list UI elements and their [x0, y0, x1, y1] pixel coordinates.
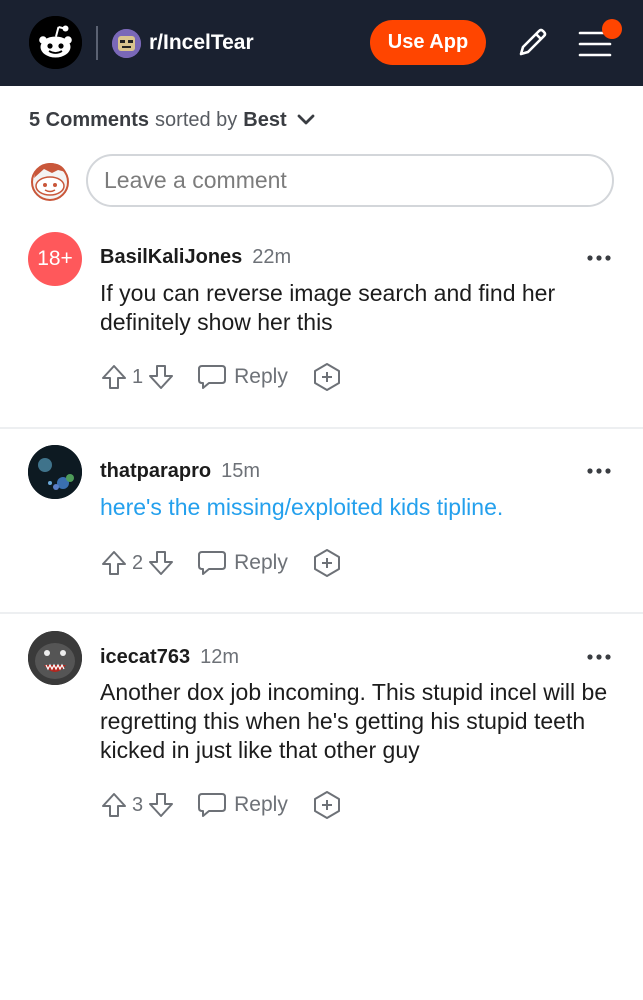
- downvote-icon[interactable]: [147, 363, 175, 391]
- reply-label: Reply: [234, 551, 288, 574]
- hamburger-menu-icon[interactable]: [578, 18, 628, 62]
- comment-time: 15m: [221, 460, 261, 482]
- award-add-icon[interactable]: [312, 548, 342, 578]
- comment-divider: [0, 427, 643, 429]
- user-avatar: [28, 158, 72, 202]
- reply-label: Reply: [234, 793, 288, 816]
- comment-author[interactable]: BasilKaliJones: [100, 246, 242, 268]
- sorted-by-label: sorted by: [155, 108, 238, 131]
- comment-body: Another dox job incoming. This stupid in…: [100, 679, 608, 763]
- comment-count: 5 Comments: [29, 108, 150, 131]
- comment: thatparapro 15m here's the missing/exploi…: [0, 445, 643, 613]
- comment-time: 12m: [200, 646, 239, 668]
- upvote-icon[interactable]: [100, 549, 128, 577]
- upvote-icon[interactable]: [100, 791, 128, 819]
- sort-bar[interactable]: 5 Comments sorted by Best: [29, 107, 315, 133]
- more-options-icon[interactable]: [586, 467, 612, 475]
- more-options-icon[interactable]: [586, 653, 612, 661]
- reply-button[interactable]: Reply: [197, 549, 288, 577]
- notification-dot: [602, 19, 622, 39]
- comment-author[interactable]: icecat763: [100, 646, 190, 668]
- vote-score: 2: [132, 551, 144, 574]
- upvote-icon[interactable]: [100, 363, 128, 391]
- use-app-button[interactable]: Use App: [370, 20, 486, 65]
- user-avatar[interactable]: [28, 631, 82, 685]
- speech-bubble-icon: [198, 551, 227, 575]
- more-options-icon[interactable]: [586, 254, 612, 262]
- comment-time: 22m: [252, 246, 292, 268]
- comment-link[interactable]: here's the missing/exploited kids tiplin…: [100, 493, 620, 522]
- comment-actions: 2 Reply: [100, 547, 342, 579]
- reddit-snoo-icon[interactable]: [29, 16, 82, 69]
- chevron-down-icon[interactable]: [297, 114, 315, 126]
- speech-bubble-icon: [198, 793, 227, 817]
- header-divider: [96, 26, 98, 60]
- reply-button[interactable]: Reply: [197, 791, 288, 819]
- nsfw-avatar[interactable]: 18+: [28, 232, 82, 286]
- comment: 18+ BasilKaliJones 22m If you can reverse…: [0, 232, 643, 428]
- award-add-icon[interactable]: [312, 362, 342, 392]
- pencil-icon[interactable]: [513, 24, 551, 62]
- subreddit-name[interactable]: r/IncelTear: [149, 31, 254, 55]
- leave-comment-input[interactable]: [86, 154, 614, 207]
- downvote-icon[interactable]: [147, 791, 175, 819]
- vote-score: 1: [132, 365, 144, 388]
- user-avatar[interactable]: [28, 445, 82, 499]
- comment-actions: 3 Reply: [100, 789, 342, 821]
- sort-value[interactable]: Best: [243, 109, 286, 132]
- top-bar: r/IncelTear Use App: [0, 0, 643, 86]
- award-add-icon[interactable]: [312, 790, 342, 820]
- comment-author[interactable]: thatparapro: [100, 460, 211, 482]
- comment-body: If you can reverse image search and find…: [100, 280, 556, 335]
- subreddit-icon[interactable]: [112, 29, 141, 58]
- speech-bubble-icon: [198, 365, 227, 389]
- comment-author-line: thatparapro 15m: [100, 459, 260, 483]
- comment-actions: 1 Reply: [100, 361, 342, 393]
- comment: icecat763 12m Another dox job incoming. T…: [0, 631, 643, 851]
- comment-author-line: BasilKaliJones 22m: [100, 245, 291, 269]
- comment-author-line: icecat763 12m: [100, 645, 239, 669]
- vote-score: 3: [132, 793, 144, 816]
- comment-divider: [0, 612, 643, 614]
- downvote-icon[interactable]: [147, 549, 175, 577]
- reply-label: Reply: [234, 365, 288, 388]
- reply-button[interactable]: Reply: [197, 363, 288, 391]
